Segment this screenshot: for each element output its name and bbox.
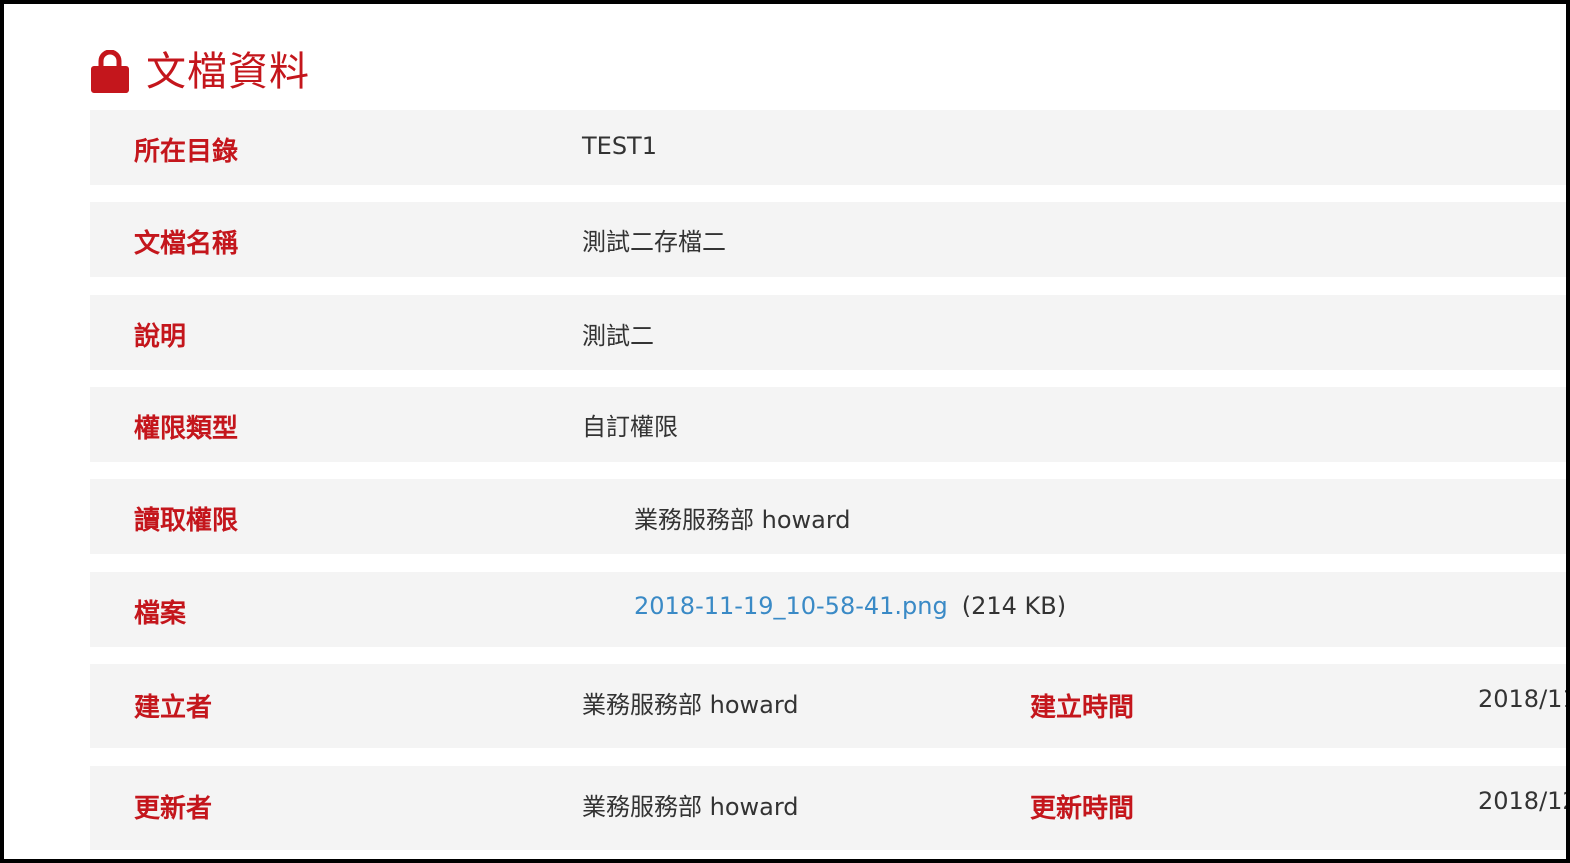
row-description: 說明 測試二 xyxy=(90,295,1566,370)
row-doc-name: 文檔名稱 測試二存檔二 xyxy=(90,202,1566,277)
directory-label: 所在目錄 xyxy=(134,137,239,167)
created-time-label: 建立時間 xyxy=(1030,693,1135,723)
row-permission-type: 權限類型 自訂權限 xyxy=(90,387,1566,462)
document-info-panel: 文檔資料 所在目錄 TEST1 文檔名稱 測試二存檔二 說明 測試二 權限類型 … xyxy=(4,4,1566,859)
description-label: 說明 xyxy=(134,322,187,352)
page-title: 文檔資料 xyxy=(146,49,310,95)
updater-value: 業務服務部 howard xyxy=(582,793,799,821)
lock-icon xyxy=(90,50,130,94)
permission-type-label: 權限類型 xyxy=(134,414,239,444)
permission-type-value: 自訂權限 xyxy=(582,413,678,441)
page-heading: 文檔資料 xyxy=(90,44,310,100)
doc-name-label: 文檔名稱 xyxy=(134,229,239,259)
file-value: 2018-11-19_10-58-41.png (214 KB) xyxy=(634,592,1066,620)
creator-value: 業務服務部 howard xyxy=(582,691,799,719)
row-directory: 所在目錄 TEST1 xyxy=(90,110,1566,185)
row-read-permission: 讀取權限 業務服務部 howard xyxy=(90,479,1566,554)
updated-time-label: 更新時間 xyxy=(1030,794,1135,824)
updater-label: 更新者 xyxy=(134,794,213,824)
updated-time-value: 2018/12 xyxy=(1478,787,1566,815)
file-download-link[interactable]: 2018-11-19_10-58-41.png xyxy=(634,592,948,620)
created-time-value: 2018/11 xyxy=(1478,685,1566,713)
creator-label: 建立者 xyxy=(134,693,213,723)
read-permission-value: 業務服務部 howard xyxy=(634,506,851,534)
file-label: 檔案 xyxy=(134,599,187,629)
description-value: 測試二 xyxy=(582,322,654,350)
row-updater: 更新者 業務服務部 howard 更新時間 2018/12 xyxy=(90,766,1566,850)
directory-value: TEST1 xyxy=(582,132,657,160)
read-permission-label: 讀取權限 xyxy=(134,506,239,536)
row-file: 檔案 2018-11-19_10-58-41.png (214 KB) xyxy=(90,572,1566,647)
row-creator: 建立者 業務服務部 howard 建立時間 2018/11 xyxy=(90,664,1566,748)
doc-name-value: 測試二存檔二 xyxy=(582,228,726,256)
file-size: (214 KB) xyxy=(961,592,1067,620)
